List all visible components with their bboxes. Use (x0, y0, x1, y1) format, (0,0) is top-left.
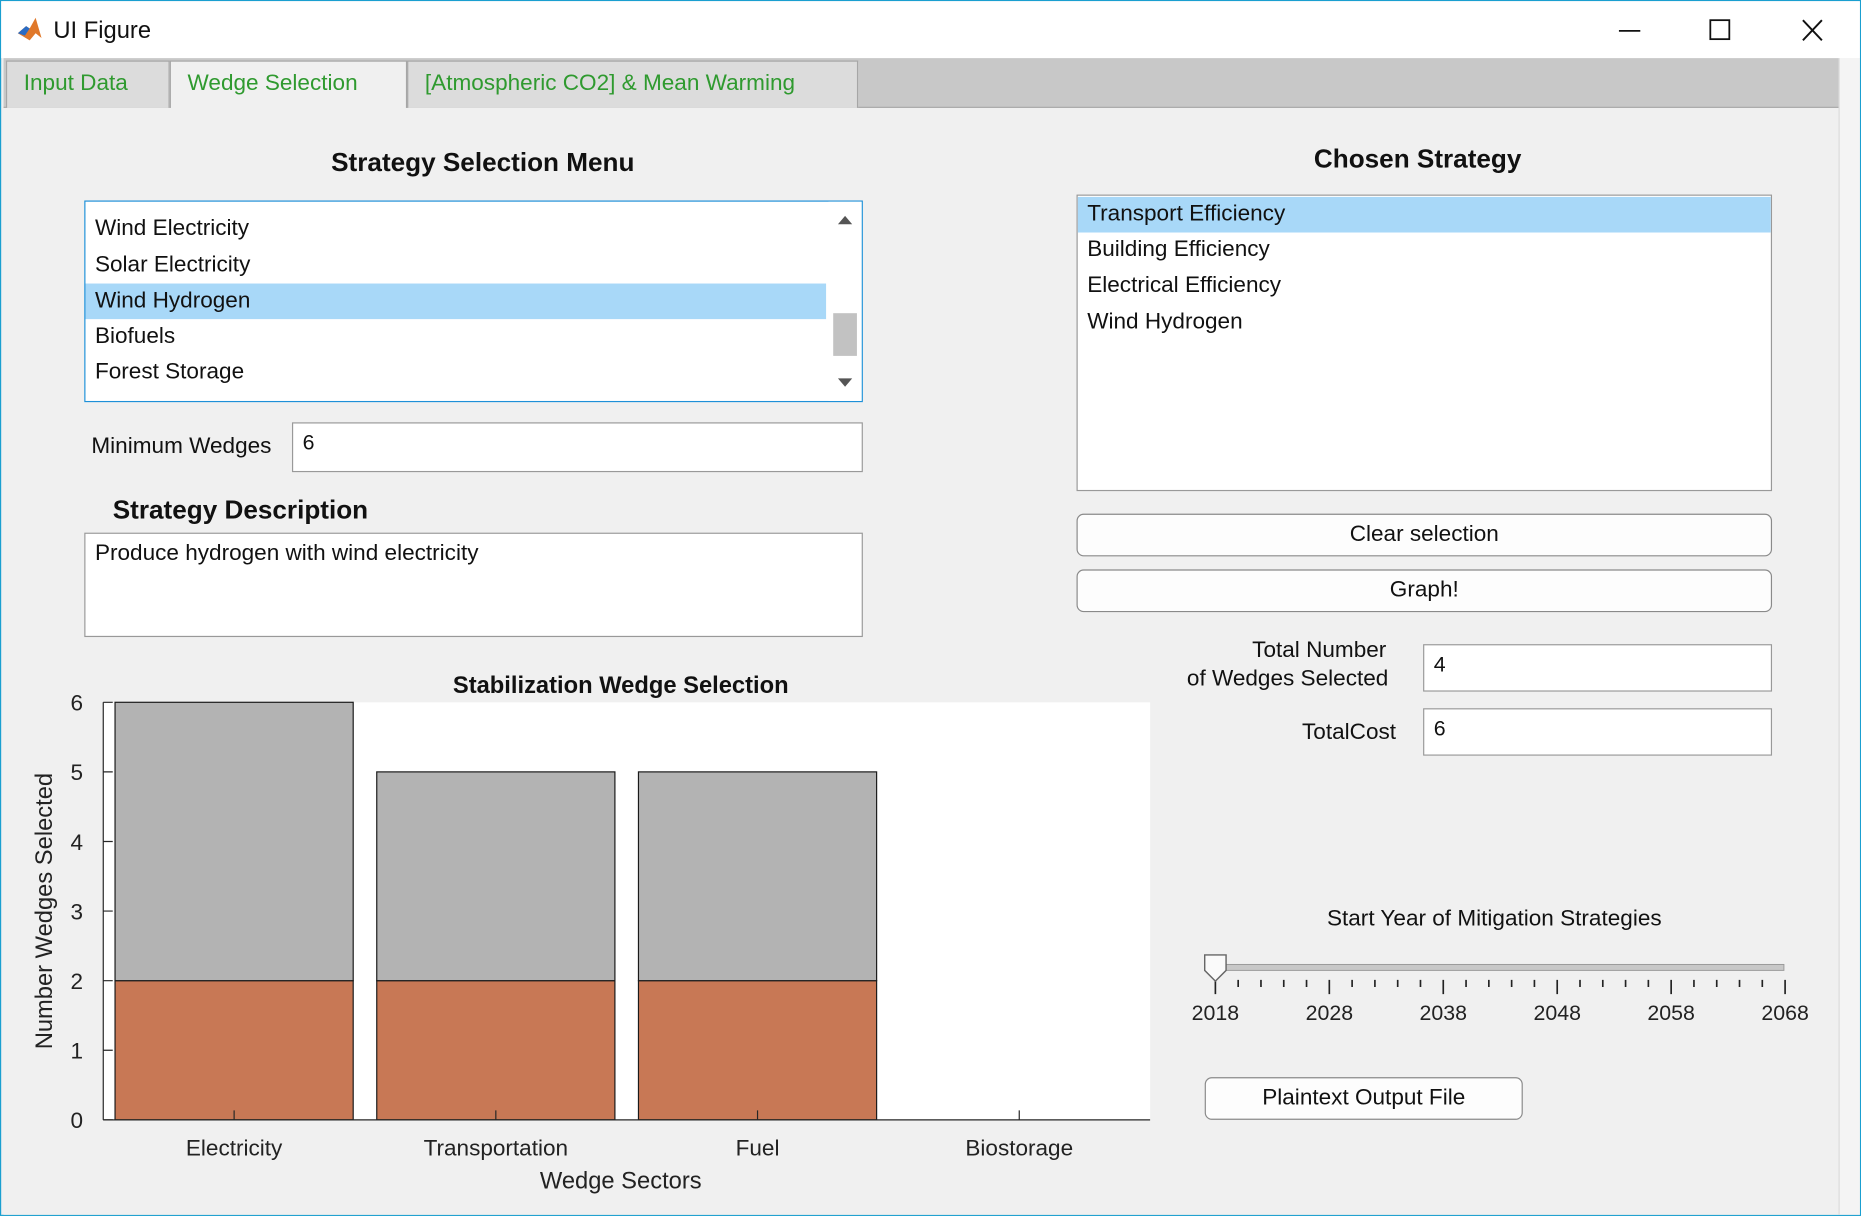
wedge-selection-panel: Strategy Selection Menu Wind Electricity… (3, 107, 1839, 1215)
slider-tick-label: 2018 (1192, 1001, 1239, 1025)
app-window: UI Figure Input Data Wedge Selection [At… (0, 0, 1861, 1216)
plaintext-output-button[interactable]: Plaintext Output File (1204, 1077, 1523, 1120)
chosen-strategy-heading: Chosen Strategy (1313, 143, 1522, 174)
window-scrollbar[interactable] (1838, 58, 1860, 1215)
bar-transportation-series-2 (376, 771, 616, 982)
field-value: 4 (1433, 652, 1446, 677)
tab-input-data[interactable]: Input Data (5, 60, 170, 108)
y-tick-label: 0 (71, 1108, 84, 1133)
bar-fuel-series-2 (637, 771, 878, 982)
list-item-selected[interactable]: Transport Efficiency (1077, 196, 1771, 233)
list-item[interactable]: Electrical Efficiency (1078, 268, 1771, 304)
y-tick-label: 3 (71, 899, 84, 924)
tab-wedge-selection[interactable]: Wedge Selection (169, 60, 408, 111)
tab-label: Wedge Selection (187, 71, 358, 97)
bar-electricity-series-1 (114, 980, 354, 1121)
minimize-icon[interactable] (1602, 11, 1657, 51)
close-icon[interactable] (1785, 11, 1840, 51)
total-wedges-label-line2: of Wedges Selected (1186, 666, 1389, 692)
total-cost-label: TotalCost (1302, 720, 1397, 745)
list-item[interactable]: Wind Hydrogen (1078, 305, 1771, 341)
y-tick-label: 1 (71, 1039, 84, 1064)
total-wedges-field[interactable]: 4 (1423, 644, 1773, 692)
tab-label: Input Data (23, 71, 128, 97)
bar-transportation-series-1 (376, 980, 616, 1121)
total-wedges-label-line1: Total Number (1252, 638, 1387, 664)
slider-tick-label: 2048 (1533, 1001, 1580, 1025)
start-year-slider[interactable]: 2018 2028 2038 2048 2058 2068 (1179, 944, 1832, 1039)
y-tick-label: 4 (71, 830, 84, 855)
tab-atmospheric-co2[interactable]: [Atmospheric CO2] & Mean Warming (407, 60, 859, 108)
bar-electricity-series-2 (114, 701, 354, 982)
x-tick-label: Biostorage (965, 1135, 1073, 1160)
title-bar: UI Figure (1, 1, 1860, 59)
y-tick-label: 5 (71, 760, 84, 785)
slider-tick-label: 2038 (1420, 1001, 1467, 1025)
wedge-bar-chart: Stabilization Wedge Selection 0 1 2 3 4 5 6 El… (32, 673, 1151, 1195)
slider-ticks (1214, 979, 1786, 995)
tab-label: [Atmospheric CO2] & Mean Warming (424, 71, 796, 97)
y-tick-label: 2 (71, 969, 84, 994)
slider-tick-labels: 2018 2028 2038 2048 2058 2068 (1192, 1001, 1809, 1025)
total-cost-field[interactable]: 6 (1423, 708, 1773, 756)
slider-tick-label: 2028 (1306, 1001, 1353, 1025)
tab-bar: Input Data Wedge Selection [Atmospheric … (3, 58, 1839, 111)
y-axis-label: Number Wedges Selected (32, 773, 58, 1049)
start-year-label: Start Year of Mitigation Strategies (1326, 906, 1662, 932)
x-axis-label: Wedge Sectors (540, 1169, 702, 1195)
graph-button[interactable]: Graph! (1076, 569, 1773, 613)
bar-fuel-series-1 (637, 980, 878, 1121)
slider-tick-label: 2068 (1761, 1001, 1808, 1025)
chosen-strategy-listbox[interactable]: Transport Efficiency Building Efficiency… (1076, 194, 1773, 492)
window-title: UI Figure (53, 17, 152, 44)
field-value: 6 (1433, 716, 1446, 741)
slider-tick-label: 2058 (1647, 1001, 1694, 1025)
y-tick-label: 6 (71, 691, 84, 716)
chart-title: Stabilization Wedge Selection (453, 673, 789, 699)
slider-thumb[interactable] (1203, 954, 1227, 983)
maximize-icon[interactable] (1693, 11, 1748, 51)
x-tick-label: Fuel (736, 1135, 780, 1160)
clear-selection-button[interactable]: Clear selection (1076, 513, 1773, 557)
x-tick-label: Transportation (424, 1135, 568, 1160)
list-item[interactable]: Building Efficiency (1078, 233, 1771, 269)
matlab-logo-icon (15, 15, 44, 44)
x-tick-label: Electricity (186, 1135, 283, 1160)
slider-track (1213, 963, 1785, 971)
